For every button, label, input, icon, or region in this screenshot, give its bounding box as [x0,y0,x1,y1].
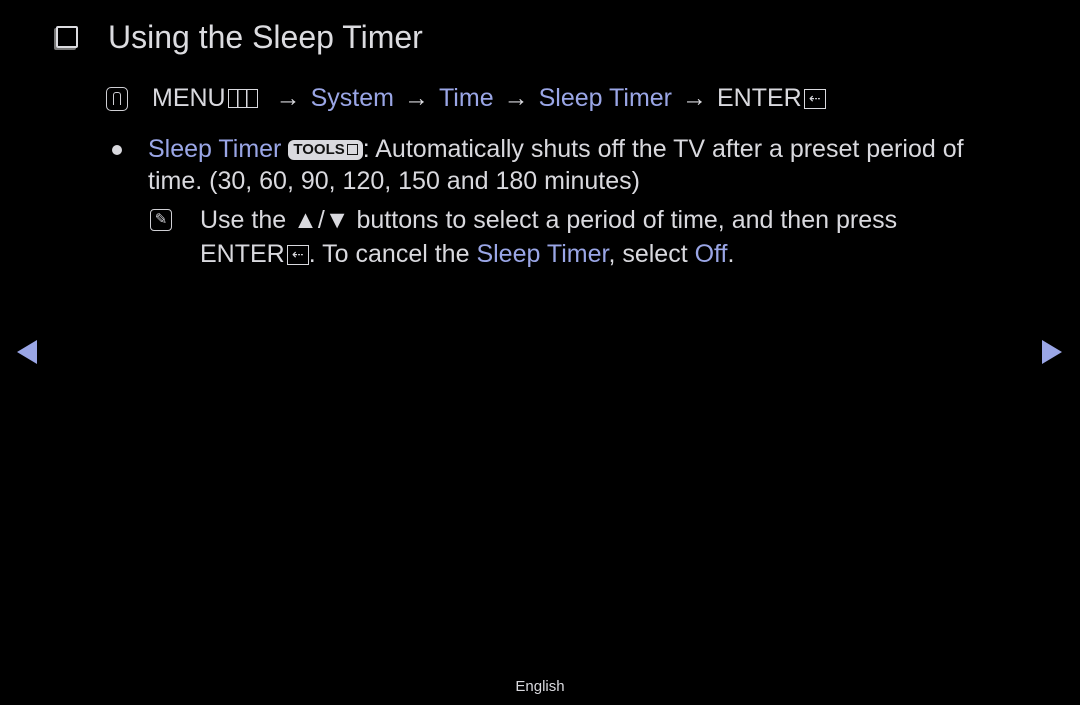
language-label: English [515,678,565,695]
note-text-2: buttons to select a period of time, and … [349,206,898,234]
tools-icon [346,144,358,155]
next-page-icon[interactable] [1042,340,1062,364]
arrow: → [682,84,707,112]
page-title: Using the Sleep Timer [108,18,423,55]
sleep-timer-term[interactable]: Sleep Timer [148,135,281,163]
path-item-time[interactable]: Time [439,84,494,113]
up-down-icon: ▲/▼ [293,206,350,234]
arrow: → [275,84,301,112]
arrow: → [503,84,529,112]
enter-label: ENTER [200,240,285,268]
menu-label: MENU [152,84,226,112]
arrow: → [403,84,429,112]
note-icon: ✎ [150,209,172,231]
sleep-timer-term[interactable]: Sleep Timer [476,240,608,268]
off-option[interactable]: Off [695,240,728,268]
note-text-4: , select [608,240,695,268]
bullet-dot [112,145,122,155]
note: ✎ Use the ▲/▼ buttons to select a period… [150,203,970,271]
note-text-1: Use the [200,206,294,234]
path-item-system[interactable]: System [311,84,394,113]
menu-path: MENU → System → Time → Sleep Timer → ENT… [106,84,826,113]
enter-icon: ⇠ [286,245,309,266]
enter-label: ENTER [717,84,802,112]
tools-badge: TOOLS [288,140,363,160]
enter-icon: ⇠ [803,88,826,109]
tools-label: TOOLS [293,141,345,158]
checkbox-icon [56,26,78,48]
note-text-5: . [727,240,735,268]
page-title-row: Using the Sleep Timer [56,14,423,60]
path-item-sleep-timer[interactable]: Sleep Timer [539,84,672,113]
sleep-timer-bullet: Sleep Timer TOOLS: Automatically shuts o… [112,133,1012,197]
oo-icon [106,86,128,111]
note-text-3: . To cancel the [308,240,477,268]
menu-grid-icon [227,89,258,108]
previous-page-icon[interactable] [17,340,37,364]
